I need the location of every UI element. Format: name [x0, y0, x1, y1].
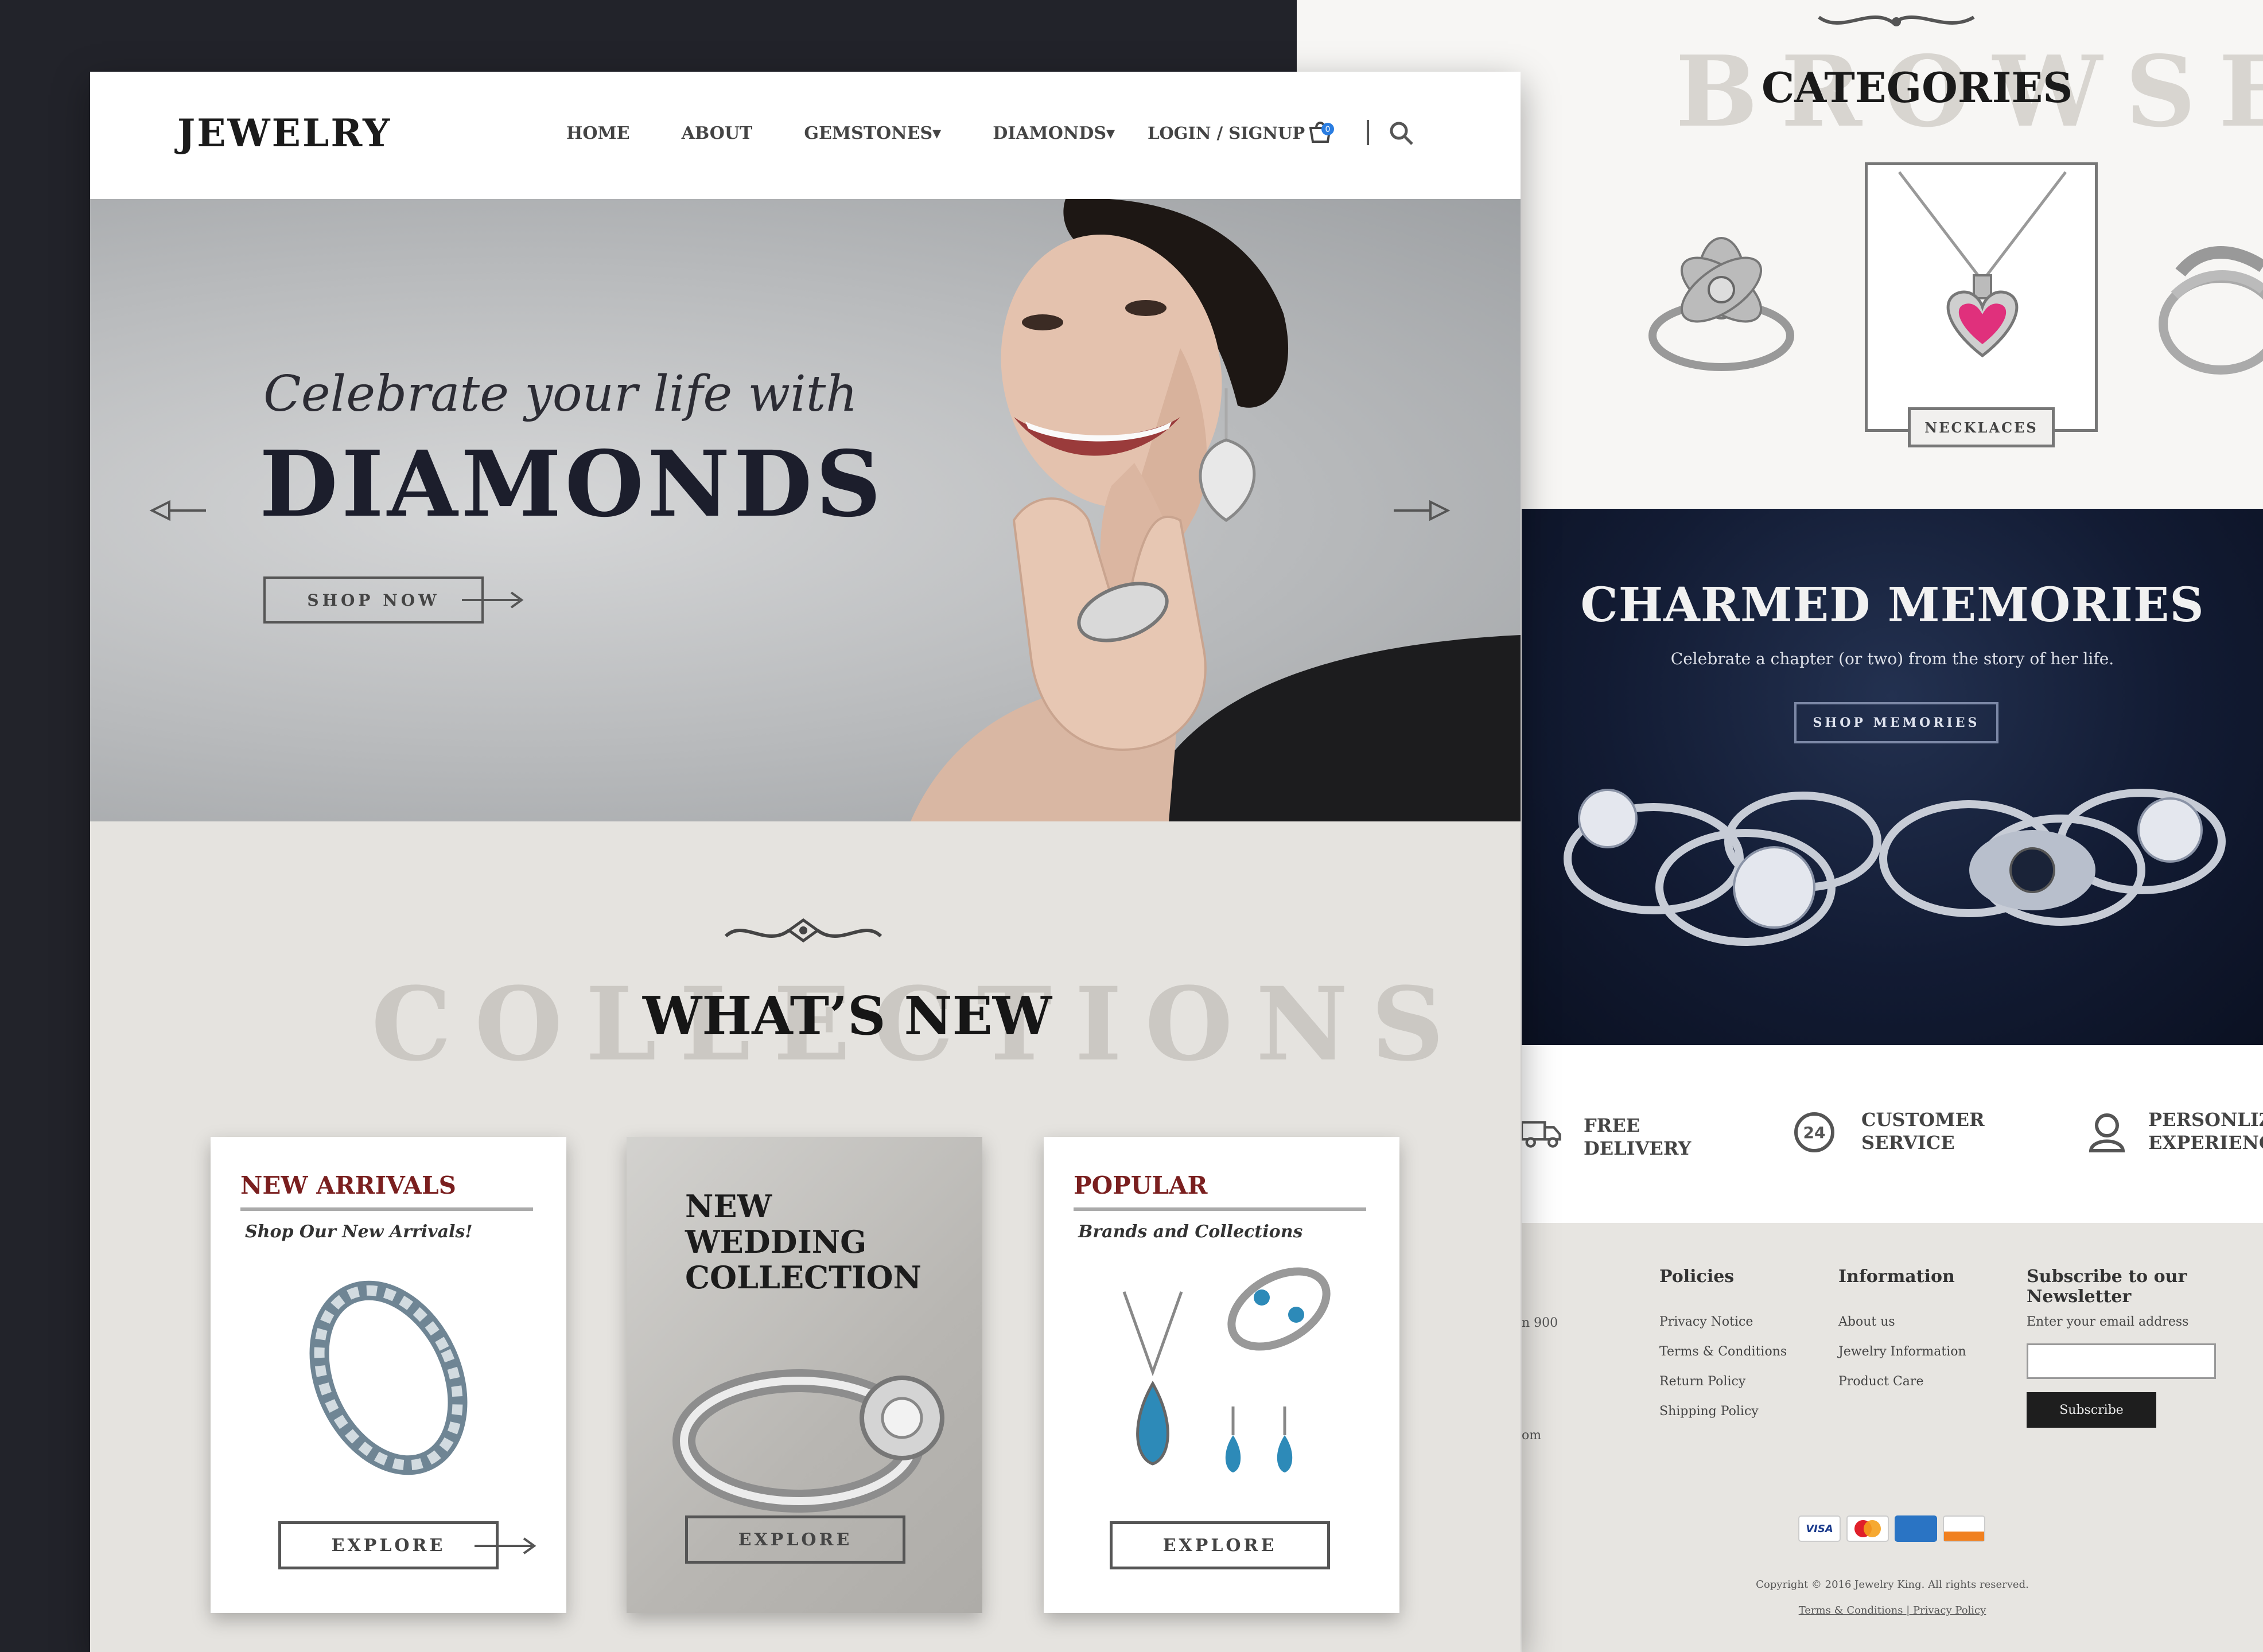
nav-about[interactable]: ABOUT: [682, 123, 753, 143]
explore-button[interactable]: EXPLORE: [278, 1521, 499, 1569]
arrow-right-icon: [475, 1537, 536, 1554]
footer-link-return[interactable]: Return Policy: [1659, 1374, 1745, 1389]
twist-ring-image[interactable]: [2157, 227, 2263, 381]
wedding-collection-card[interactable]: NEW WEDDING COLLECTION EXPLORE: [627, 1137, 982, 1613]
collections-section: COLLECTIONS WHAT’S NEW NEW ARRIVALS Shop…: [90, 821, 1521, 1652]
site-logo[interactable]: JEWELRY: [177, 111, 391, 155]
card-subtitle: Shop Our New Arrivals!: [245, 1222, 473, 1242]
terms-link[interactable]: Terms & Conditions: [1799, 1604, 1903, 1616]
hero-script-text: Celebrate your life with: [263, 365, 858, 423]
footer-policies-title: Policies: [1659, 1267, 1735, 1287]
category-label-necklaces[interactable]: NECKLACES: [1908, 407, 2055, 447]
footer-bottom-links: Terms & Conditions | Privacy Policy: [1798, 1604, 1986, 1616]
charmed-title: CHARMED MEMORIES: [1580, 578, 2204, 633]
footer-link-privacy-notice[interactable]: Privacy Notice: [1659, 1315, 1753, 1329]
newsletter-email-input[interactable]: [2027, 1343, 2216, 1379]
feature-delivery-label: FREE DELIVERY: [1584, 1115, 1692, 1159]
discover-icon: [1944, 1532, 1984, 1541]
rings-image: [1564, 789, 2226, 946]
svg-text:24: 24: [1803, 1123, 1826, 1142]
visa-icon: VISA: [1798, 1515, 1841, 1542]
card-title: NEW WEDDING COLLECTION: [685, 1188, 921, 1296]
search-icon[interactable]: [1388, 120, 1414, 146]
popular-card[interactable]: POPULAR Brands and Collections EXPLORE: [1044, 1137, 1399, 1613]
shop-memories-button[interactable]: SHOP MEMORIES: [1794, 702, 1998, 743]
feature-personalized-label: PERSONLIZED EXPERIENCE: [2148, 1109, 2263, 1154]
privacy-link[interactable]: Privacy Policy: [1913, 1604, 1986, 1616]
features-strip: FREE DELIVERY 24 CUSTOMER SERVICE PERSON…: [1522, 1045, 2263, 1223]
footer: n 900 om Policies Privacy Notice Terms &…: [1522, 1223, 2263, 1652]
charmed-memories-banner: CHARMED MEMORIES Celebrate a chapter (or…: [1522, 509, 2263, 1045]
footer-email-fragment: om: [1522, 1428, 1542, 1443]
slider-prev-icon[interactable]: [149, 497, 206, 524]
explore-button[interactable]: EXPLORE: [685, 1515, 905, 1564]
login-signup-link[interactable]: LOGIN / SIGNUP: [1148, 123, 1305, 143]
footer-link-terms[interactable]: Terms & Conditions: [1659, 1345, 1787, 1359]
person-icon: [2089, 1113, 2125, 1152]
footer-link-about[interactable]: About us: [1838, 1315, 1895, 1329]
card-title: POPULAR: [1074, 1171, 1208, 1199]
nav-diamonds-label: DIAMONDS: [993, 123, 1106, 143]
mastercard-icon: [1846, 1515, 1889, 1542]
nav-gemstones[interactable]: GEMSTONES▾: [804, 123, 941, 143]
flower-ring-image[interactable]: [1635, 227, 1807, 381]
footer-information-title: Information: [1838, 1267, 1955, 1287]
truck-icon: [1522, 1121, 1561, 1148]
subscribe-button[interactable]: Subscribe: [2027, 1392, 2156, 1428]
hero-title: DIAMONDS: [259, 431, 885, 537]
nav-gemstones-label: GEMSTONES: [804, 123, 933, 143]
footer-newsletter-title: Subscribe to our Newsletter: [2027, 1267, 2187, 1307]
blue-jewelry-image: [1122, 1267, 1331, 1472]
explore-button[interactable]: EXPLORE: [1110, 1521, 1330, 1569]
shop-now-button[interactable]: SHOP NOW: [263, 576, 484, 624]
footer-newsletter-label: Enter your email address: [2027, 1315, 2189, 1329]
main-menu: HOME ABOUT GEMSTONES▾ DIAMONDS▾: [566, 123, 1167, 143]
feature-service-label: CUSTOMER SERVICE: [1861, 1109, 1985, 1154]
footer-link-shipping[interactable]: Shipping Policy: [1659, 1404, 1759, 1419]
card-divider: [240, 1207, 533, 1211]
footer-link-product-care[interactable]: Product Care: [1838, 1374, 1923, 1389]
new-arrivals-card[interactable]: NEW ARRIVALS Shop Our New Arrivals! EXPL…: [211, 1137, 566, 1613]
discover-icon: [1943, 1515, 1985, 1542]
categories-title: CATEGORIES: [1762, 63, 2073, 112]
footer-address-fragment: n 900: [1522, 1316, 1558, 1330]
cart-icon[interactable]: 0: [1308, 120, 1335, 144]
whats-new-title: WHAT’S NEW: [643, 985, 1052, 1047]
heart-necklace-image: [1898, 171, 2067, 358]
slider-next-icon[interactable]: [1394, 497, 1451, 524]
card-title: NEW ARRIVALS: [240, 1171, 457, 1199]
top-navbar: JEWELRY HOME ABOUT GEMSTONES▾ DIAMONDS▾ …: [90, 72, 1521, 199]
cart-count: 0: [1325, 125, 1331, 134]
visa-label: VISA: [1806, 1522, 1833, 1535]
footer-link-jewelry-info[interactable]: Jewelry Information: [1838, 1345, 1966, 1359]
support-24-icon: 24: [1794, 1112, 1834, 1152]
card-subtitle: Brands and Collections: [1078, 1222, 1303, 1242]
wedding-ring-image: [672, 1369, 944, 1513]
nav-divider: [1367, 120, 1369, 145]
charmed-subtitle: Celebrate a chapter (or two) from the st…: [1670, 649, 2114, 668]
arrow-right-icon: [462, 591, 524, 609]
hero-slider: Celebrate your life with DIAMONDS SHOP N…: [90, 199, 1521, 821]
nav-diamonds[interactable]: DIAMONDS▾: [993, 123, 1115, 143]
eternity-ring-image: [309, 1280, 468, 1475]
amex-icon: [1895, 1515, 1937, 1542]
nav-home[interactable]: HOME: [566, 123, 630, 143]
copyright-text: Copyright © 2016 Jewelry King. All right…: [1756, 1579, 2029, 1591]
card-divider: [1074, 1207, 1366, 1211]
mastercard-icon: [1854, 1520, 1881, 1537]
ornament-icon: [724, 918, 882, 943]
left-page: JEWELRY HOME ABOUT GEMSTONES▾ DIAMONDS▾ …: [90, 72, 1521, 1652]
